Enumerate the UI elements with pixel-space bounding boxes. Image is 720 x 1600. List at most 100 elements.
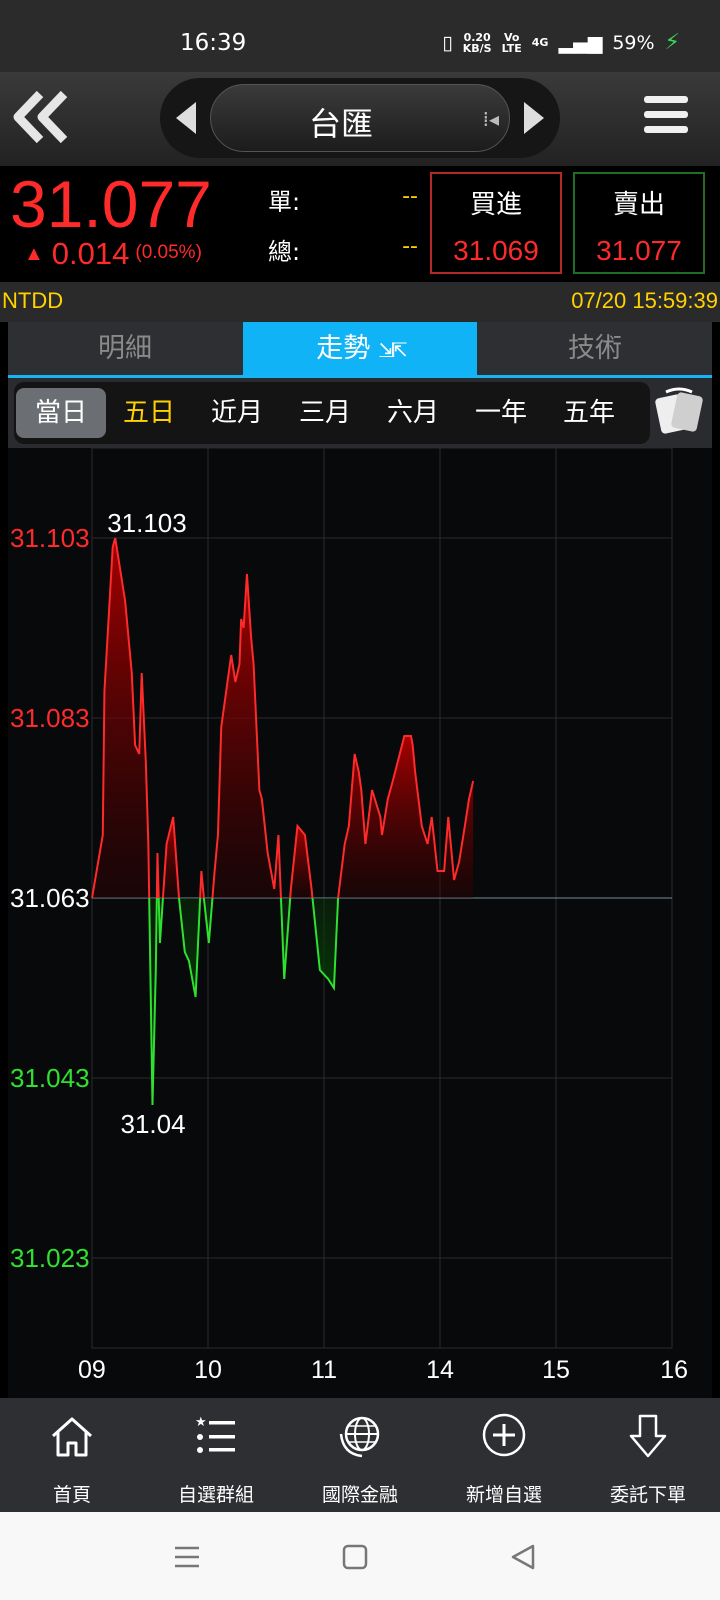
sell-box[interactable]: 賣出 31.077 (573, 172, 705, 274)
star-list-icon: ★ (195, 1415, 235, 1453)
app-root: 16:39 ▯ 0.20 KB/S Vo LTE 4G ▂▄▆ 59% ⚡ 台匯… (0, 0, 720, 1600)
symbol-code: NTDD (2, 288, 64, 313)
tab-technical[interactable]: 技術 (478, 322, 712, 375)
menu-button[interactable] (644, 96, 688, 140)
back-button[interactable] (10, 86, 72, 148)
nav-home[interactable]: 首頁 (0, 1398, 144, 1512)
status-time: 16:39 (180, 30, 247, 56)
collapse-icon: ⇲⇱ (378, 338, 407, 362)
buy-box[interactable]: 買進 31.069 (430, 172, 562, 274)
next-symbol-button[interactable] (524, 102, 544, 134)
x-tick-label: 11 (311, 1356, 337, 1384)
bottom-nav: 首頁 ★ 自選群組 國際金融 新增自選 委託下單 (0, 1398, 720, 1512)
total-volume-value: -- (402, 234, 418, 259)
app-header: 台匯 ⁞◂ (0, 72, 720, 166)
rotate-screen-icon (655, 387, 703, 434)
symbol-title: 台匯 (308, 105, 373, 143)
volte-bottom: LTE (501, 41, 522, 55)
plus-circle-icon (482, 1413, 526, 1457)
chart-area (92, 538, 474, 1105)
total-volume-label: 總: (268, 238, 301, 266)
system-nav-bar (0, 1512, 720, 1600)
period-5d[interactable]: 五日 (104, 388, 194, 438)
charging-icon: ⚡ (664, 30, 680, 55)
menu-icon-bar (644, 111, 688, 118)
period-tabs: 當日 五日 近月 三月 六月 一年 五年 (14, 382, 650, 444)
x-tick-label: 10 (194, 1356, 222, 1384)
globe-icon (339, 1416, 380, 1458)
nav-order[interactable]: 委託下單 (576, 1398, 720, 1512)
period-1m[interactable]: 近月 (192, 388, 282, 438)
y-tick-label: 31.023 (10, 1243, 90, 1273)
net-speed-unit: KB/S (462, 41, 492, 55)
sell-price: 31.077 (596, 235, 682, 266)
single-volume-label: 單: (268, 188, 301, 216)
price-change: ▲ 0.014 (0.05%) (24, 236, 202, 272)
change-percent: (0.05%) (135, 242, 202, 263)
period-1y[interactable]: 一年 (456, 388, 546, 438)
nav-watchlist-label: 自選群組 (177, 1484, 254, 1506)
period-6m[interactable]: 六月 (368, 388, 458, 438)
volte-indicator: Vo LTE (502, 32, 522, 54)
info-strip: NTDD 07/20 15:59:39 (0, 282, 720, 322)
symbol-picker[interactable]: 台匯 ⁞◂ (210, 84, 510, 152)
min-price-label: 31.04 (120, 1109, 185, 1139)
volte-top: Vo (503, 30, 520, 44)
status-bar: 16:39 ▯ 0.20 KB/S Vo LTE 4G ▂▄▆ 59% ⚡ (0, 0, 720, 72)
period-3m[interactable]: 三月 (280, 388, 370, 438)
home-icon (51, 1417, 93, 1457)
area-up (212, 574, 281, 898)
x-tick-label: 14 (426, 1356, 454, 1384)
tab-details[interactable]: 明細 (8, 322, 242, 375)
x-tick-label: 16 (660, 1356, 688, 1384)
last-price: 31.077 (10, 167, 212, 241)
nav-international-label: 國際金融 (321, 1484, 398, 1506)
hamburger-menu-icon (644, 96, 688, 103)
y-tick-label: 31.103 (10, 523, 90, 553)
y-tick-label: 31.043 (10, 1063, 90, 1093)
nav-watchlist[interactable]: ★ 自選群組 (144, 1398, 288, 1512)
y-tick-label: 31.083 (10, 703, 90, 733)
double-chevron-left-icon (13, 90, 68, 144)
arrow-down-icon (629, 1414, 667, 1458)
buy-price: 31.069 (453, 235, 539, 266)
main-tabs: 明細 走勢 ⇲⇱ 技術 (8, 322, 712, 378)
y-tick-label: 31.063 (10, 883, 90, 913)
previous-symbol-button[interactable] (176, 102, 196, 134)
status-indicators: ▯ 0.20 KB/S Vo LTE 4G ▂▄▆ 59% ⚡ (442, 30, 680, 55)
period-bar: 當日 五日 近月 三月 六月 一年 五年 (8, 378, 712, 448)
price-line-up (155, 852, 160, 899)
grip-icon: ⁞◂ (482, 107, 499, 131)
tab-trend[interactable]: 走勢 ⇲⇱ (243, 322, 477, 375)
back-system-button[interactable] (508, 1542, 538, 1572)
single-volume-value: -- (402, 184, 418, 209)
nav-order-label: 委託下單 (609, 1484, 686, 1506)
svg-text:★: ★ (195, 1415, 207, 1430)
up-triangle-icon: ▲ (24, 243, 44, 265)
home-system-button[interactable] (340, 1542, 370, 1572)
nav-add-watch-label: 新增自選 (465, 1484, 542, 1506)
period-5y[interactable]: 五年 (544, 388, 634, 438)
nav-home-label: 首頁 (52, 1484, 91, 1506)
period-today[interactable]: 當日 (16, 388, 106, 438)
tab-trend-label: 走勢 (316, 333, 371, 364)
battery-level: 59% (612, 31, 655, 54)
x-tick-label: 09 (78, 1356, 106, 1384)
recent-apps-button[interactable] (172, 1542, 202, 1572)
nav-international[interactable]: 國際金融 (288, 1398, 432, 1512)
signal-indicator: 4G (531, 36, 549, 49)
symbol-selector: 台匯 ⁞◂ (160, 78, 560, 158)
nav-add-watch[interactable]: 新增自選 (432, 1398, 576, 1512)
chart-svg: 31.103 31.083 31.063 31.043 31.023 09 10 11 14 15… (10, 448, 688, 1384)
vibrate-icon: ▯ (442, 31, 453, 54)
quote-datetime: 07/20 15:59:39 (571, 288, 718, 313)
rotate-screen-button[interactable] (652, 386, 706, 440)
intraday-chart[interactable]: 31.103 31.083 31.063 31.043 31.023 09 10 11 14 15… (8, 448, 712, 1398)
max-price-label: 31.103 (107, 508, 187, 538)
quote-panel: 31.077 ▲ 0.014 (0.05%) 單: -- 總: -- 買進 31.0… (0, 166, 720, 280)
x-tick-label: 15 (542, 1356, 570, 1384)
net-speed: 0.20 KB/S (463, 32, 492, 54)
net-speed-value: 0.20 (463, 30, 491, 44)
signal-bars-icon: ▂▄▆ (558, 31, 603, 54)
menu-icon-bar (644, 126, 688, 133)
